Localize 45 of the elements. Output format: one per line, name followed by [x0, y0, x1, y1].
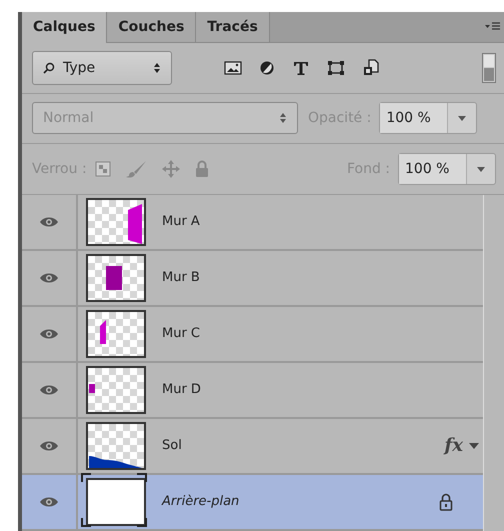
- layer-thumbnail: [88, 256, 144, 300]
- layer-row[interactable]: Arrière-plan: [22, 474, 483, 531]
- eye-icon[interactable]: [39, 272, 59, 284]
- layer-row[interactable]: Mur B: [22, 250, 483, 307]
- filter-dropdown[interactable]: Type: [32, 50, 172, 85]
- layer-thumbnail: [88, 424, 144, 468]
- layer-name: Mur C: [162, 326, 200, 342]
- layer-thumbnail: [88, 368, 144, 412]
- up-down-arrows-icon: [279, 112, 287, 124]
- checkerboard-lock-icon[interactable]: [94, 161, 111, 178]
- effects-badge[interactable]: fx: [444, 435, 463, 456]
- panel-tab[interactable]: Calques: [22, 12, 108, 43]
- panel-tab[interactable]: Tracés: [196, 12, 270, 42]
- layer-row[interactable]: Mur D: [22, 362, 483, 419]
- layer-row[interactable]: Mur A: [22, 194, 483, 251]
- image-icon[interactable]: [224, 60, 242, 76]
- layer-name: Mur D: [162, 382, 201, 398]
- layer-thumbnail: [88, 480, 144, 524]
- eye-icon[interactable]: [39, 384, 59, 396]
- layer-name: Arrière-plan: [162, 494, 240, 510]
- search-icon: [43, 62, 55, 74]
- expand-arrow-icon[interactable]: [469, 442, 479, 449]
- smart-object-icon[interactable]: [362, 58, 380, 77]
- panel-menu-icon[interactable]: [484, 22, 500, 32]
- blend-mode-value: Normal: [43, 110, 95, 126]
- layer-thumbnail: [88, 312, 144, 356]
- up-down-arrows-icon: [153, 62, 161, 74]
- eye-icon[interactable]: [39, 496, 59, 508]
- layer-name: Sol: [162, 438, 182, 454]
- dropdown-arrow-icon[interactable]: [477, 166, 485, 172]
- eye-icon[interactable]: [39, 328, 59, 340]
- text-tool-icon[interactable]: [292, 60, 310, 76]
- dropdown-arrow-icon[interactable]: [458, 116, 466, 121]
- eye-icon[interactable]: [39, 440, 59, 452]
- layer-name: Mur B: [162, 270, 200, 286]
- half-circle-icon[interactable]: [259, 60, 275, 76]
- layer-thumbnail: [88, 200, 144, 244]
- filter-value: Type: [63, 60, 96, 76]
- bounding-box-icon[interactable]: [327, 60, 345, 76]
- filter-toggle-switch-icon[interactable]: [482, 52, 496, 83]
- selection-corners-icon: [81, 472, 147, 527]
- layer-name: Mur A: [162, 214, 200, 230]
- panel-tab[interactable]: Couches: [107, 12, 196, 42]
- layer-row[interactable]: Mur C: [22, 306, 483, 363]
- eye-icon[interactable]: [39, 216, 59, 228]
